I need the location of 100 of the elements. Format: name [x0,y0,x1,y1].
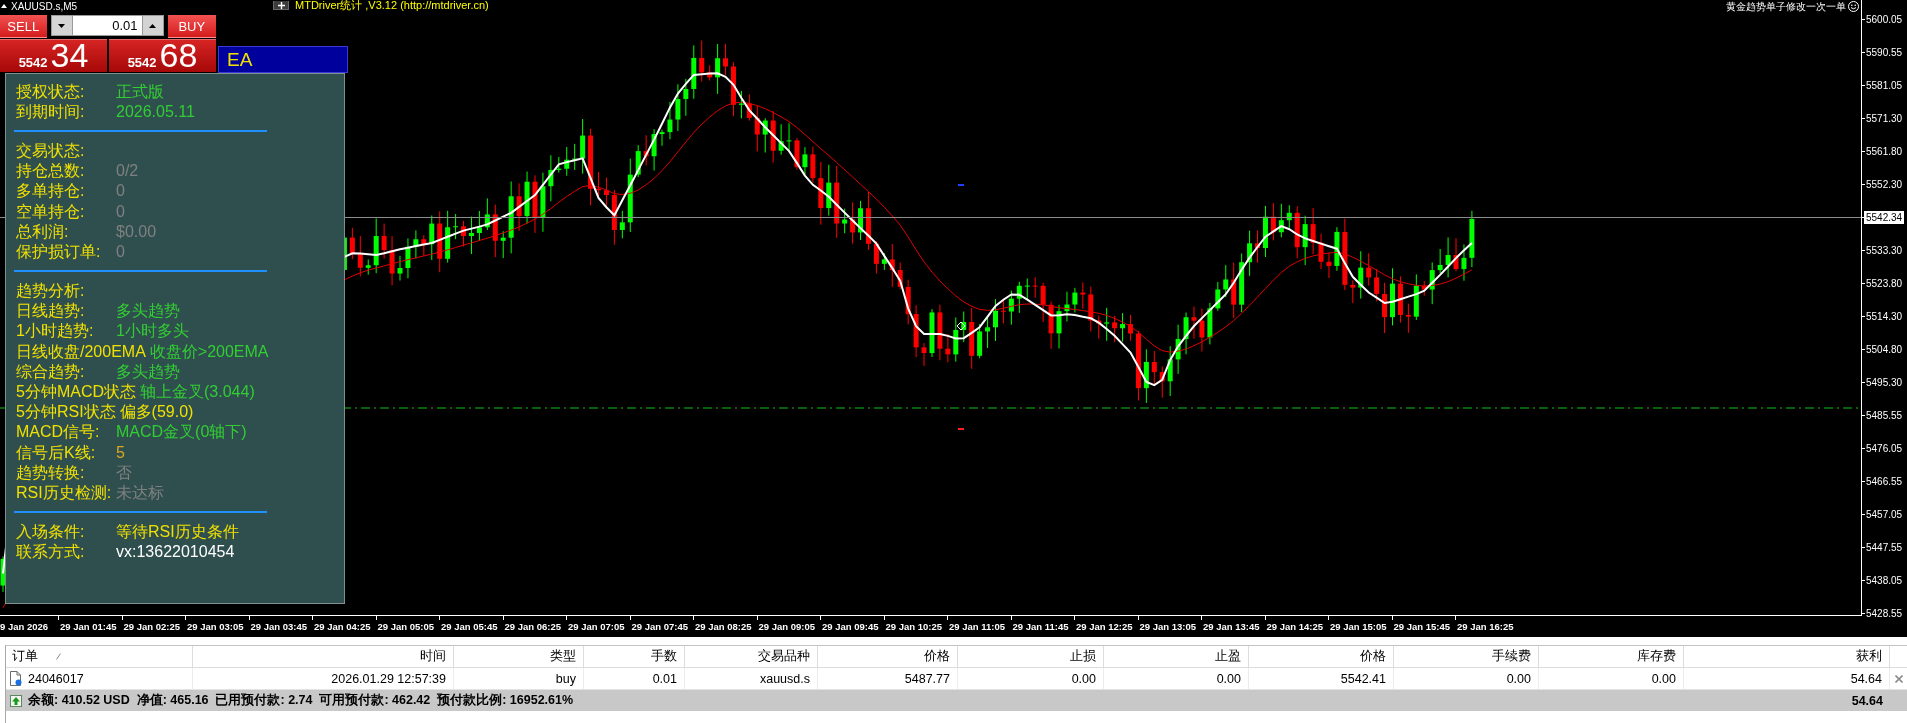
sell-price-button[interactable]: 5542 34 [0,39,107,72]
buy-price-button[interactable]: 5542 68 [109,39,216,72]
account-summary: 余额: 410.52 USD 净值: 465.16 已用预付款: 2.74 可用预付款: 462.42 预付款比例: 16952.61% [28,692,574,709]
section-heading: 交易状态: [16,140,86,160]
time-axis-label: 29 Jan 13:45 [1203,621,1260,632]
status-value: 多头趋势 [116,301,180,321]
time-axis-label: 29 Jan 14:25 [1266,621,1323,632]
status-value: 轴上金叉(3.044) [140,382,255,402]
time-axis-label: 29 Jan 13:05 [1139,621,1196,632]
time-axis-label: 29 Jan 05:05 [377,621,434,632]
caret-up-icon [149,23,156,28]
time-axis-label: 29 Jan 09:05 [758,621,815,632]
status-value: 偏多(59.0) [119,402,194,422]
diamond-icon [956,321,966,331]
status-label: 5分钟MACD状态 [16,382,136,402]
price-axis-label: 5533.30 [1866,244,1903,256]
lot-increase-button[interactable] [141,15,164,36]
dash-icon [958,428,964,430]
table-cell: xauusd.s [759,671,810,686]
close-icon[interactable] [1894,674,1903,683]
section-heading: 趋势分析: [16,281,86,301]
price-axis-label: 5476.05 [1866,442,1903,454]
status-label: 总利润: [16,221,70,241]
price-axis-label: 5523.80 [1866,277,1903,289]
price-axis-label: 5457.05 [1866,508,1903,520]
column-header[interactable]: 手数 [584,646,685,667]
price-axis-label: 5438.05 [1866,574,1903,586]
table-cell: buy [555,671,576,686]
table-cell: 0.01 [652,671,677,686]
time-axis-label: 29 Jan 07:45 [631,621,688,632]
time-axis-label: 29 Jan 04:25 [314,621,371,632]
price-axis-label: 5485.55 [1866,409,1903,421]
status-label: 日线收盘/200EMA [16,341,146,361]
sell-button[interactable]: SELL [0,15,47,38]
status-value: 0 [116,181,125,201]
caret-down-icon [58,23,65,28]
price-axis-label: 5571.30 [1866,112,1903,124]
time-axis-label: 29 Jan 05:45 [441,621,498,632]
price-axis-label: 5428.55 [1866,607,1903,619]
time-axis-label: 29 Jan 11:05 [949,621,1005,632]
lot-decrease-button[interactable] [50,15,73,36]
table-cell: 54.64 [1850,671,1882,686]
price-axis-label: 5495.30 [1866,376,1903,388]
column-header[interactable]: 交易品种 [685,646,818,667]
table-cell: 0.00 [1216,671,1241,686]
status-value: 收盘价>200EMA [149,341,269,361]
status-label: 持仓总数: [16,161,86,181]
time-axis-label: 29 Jan 03:05 [187,621,244,632]
price-axis-label: 5581.05 [1866,79,1903,91]
caret-up-icon[interactable] [1,4,7,8]
chart-comment: 黄金趋势单子修改一次一单 [1726,0,1846,14]
column-header[interactable]: 获利 [1684,646,1890,667]
table-cell: 0.00 [1071,671,1096,686]
status-label: 多单持仓: [16,181,86,201]
time-axis-label: 29 Jan 06:25 [504,621,561,632]
column-header[interactable]: 手续费 [1394,646,1539,667]
column-header[interactable]: 止损 [958,646,1104,667]
time-axis-label: 29 Jan 01:45 [60,621,117,632]
status-value: 多头趋势 [116,361,180,381]
status-label: 综合趋势: [16,361,86,381]
time-axis-label: 29 Jan 12:25 [1076,621,1133,632]
arrow-up-icon [10,694,22,707]
indicator-title: MTDriver统计 ,V3.12 (http://mtdriver.cn) [295,0,489,13]
current-price-label: 5542.34 [1864,210,1905,224]
table-cell: 0.00 [1506,671,1531,686]
column-header[interactable]: 价格 [1249,646,1394,667]
status-label: 保护损订单: [16,241,102,261]
price-axis-label: 5504.80 [1866,343,1903,355]
status-value: 正式版 [116,81,164,101]
total-profit: 54.64 [1851,693,1883,708]
price-axis-label: 5561.80 [1866,145,1903,157]
expand-button[interactable] [273,1,289,10]
time-axis-label: 9 Jan 2026 [0,621,49,632]
status-value: 5 [116,442,125,462]
buy-button[interactable]: BUY [167,15,216,38]
column-header[interactable]: 库存费 [1539,646,1684,667]
table-cell: 5542.41 [1340,671,1386,686]
status-label: 入场条件: [16,522,86,542]
status-label: 5分钟RSI状态 [16,402,116,422]
column-header[interactable]: 价格 [818,646,958,667]
panel-title: EA [227,48,253,71]
column-header[interactable]: 止盈 [1104,646,1249,667]
status-value: 0 [116,241,125,261]
status-label: 信号后K线: [16,442,97,462]
time-axis-label: 29 Jan 15:45 [1393,621,1450,632]
time-axis-label: 29 Jan 15:05 [1330,621,1387,632]
status-value: vx:13622010454 [116,542,235,562]
status-value: $0.00 [116,221,157,241]
lot-input[interactable]: 0.01 [72,15,142,36]
plus-icon [277,1,285,9]
status-label: 1小时趋势: [16,321,95,341]
status-label: RSI历史检测: [16,482,112,502]
column-header[interactable]: 时间 [193,646,454,667]
table-cell: 24046017 [28,671,84,686]
column-header[interactable]: 类型 [454,646,584,667]
column-header[interactable]: 订单 [6,646,193,667]
table-cell: 0.00 [1651,671,1676,686]
time-axis-label: 29 Jan 08:25 [695,621,752,632]
status-label: 日线趋势: [16,301,86,321]
chart-symbol-title: XAUUSD.s,M5 [11,0,78,12]
